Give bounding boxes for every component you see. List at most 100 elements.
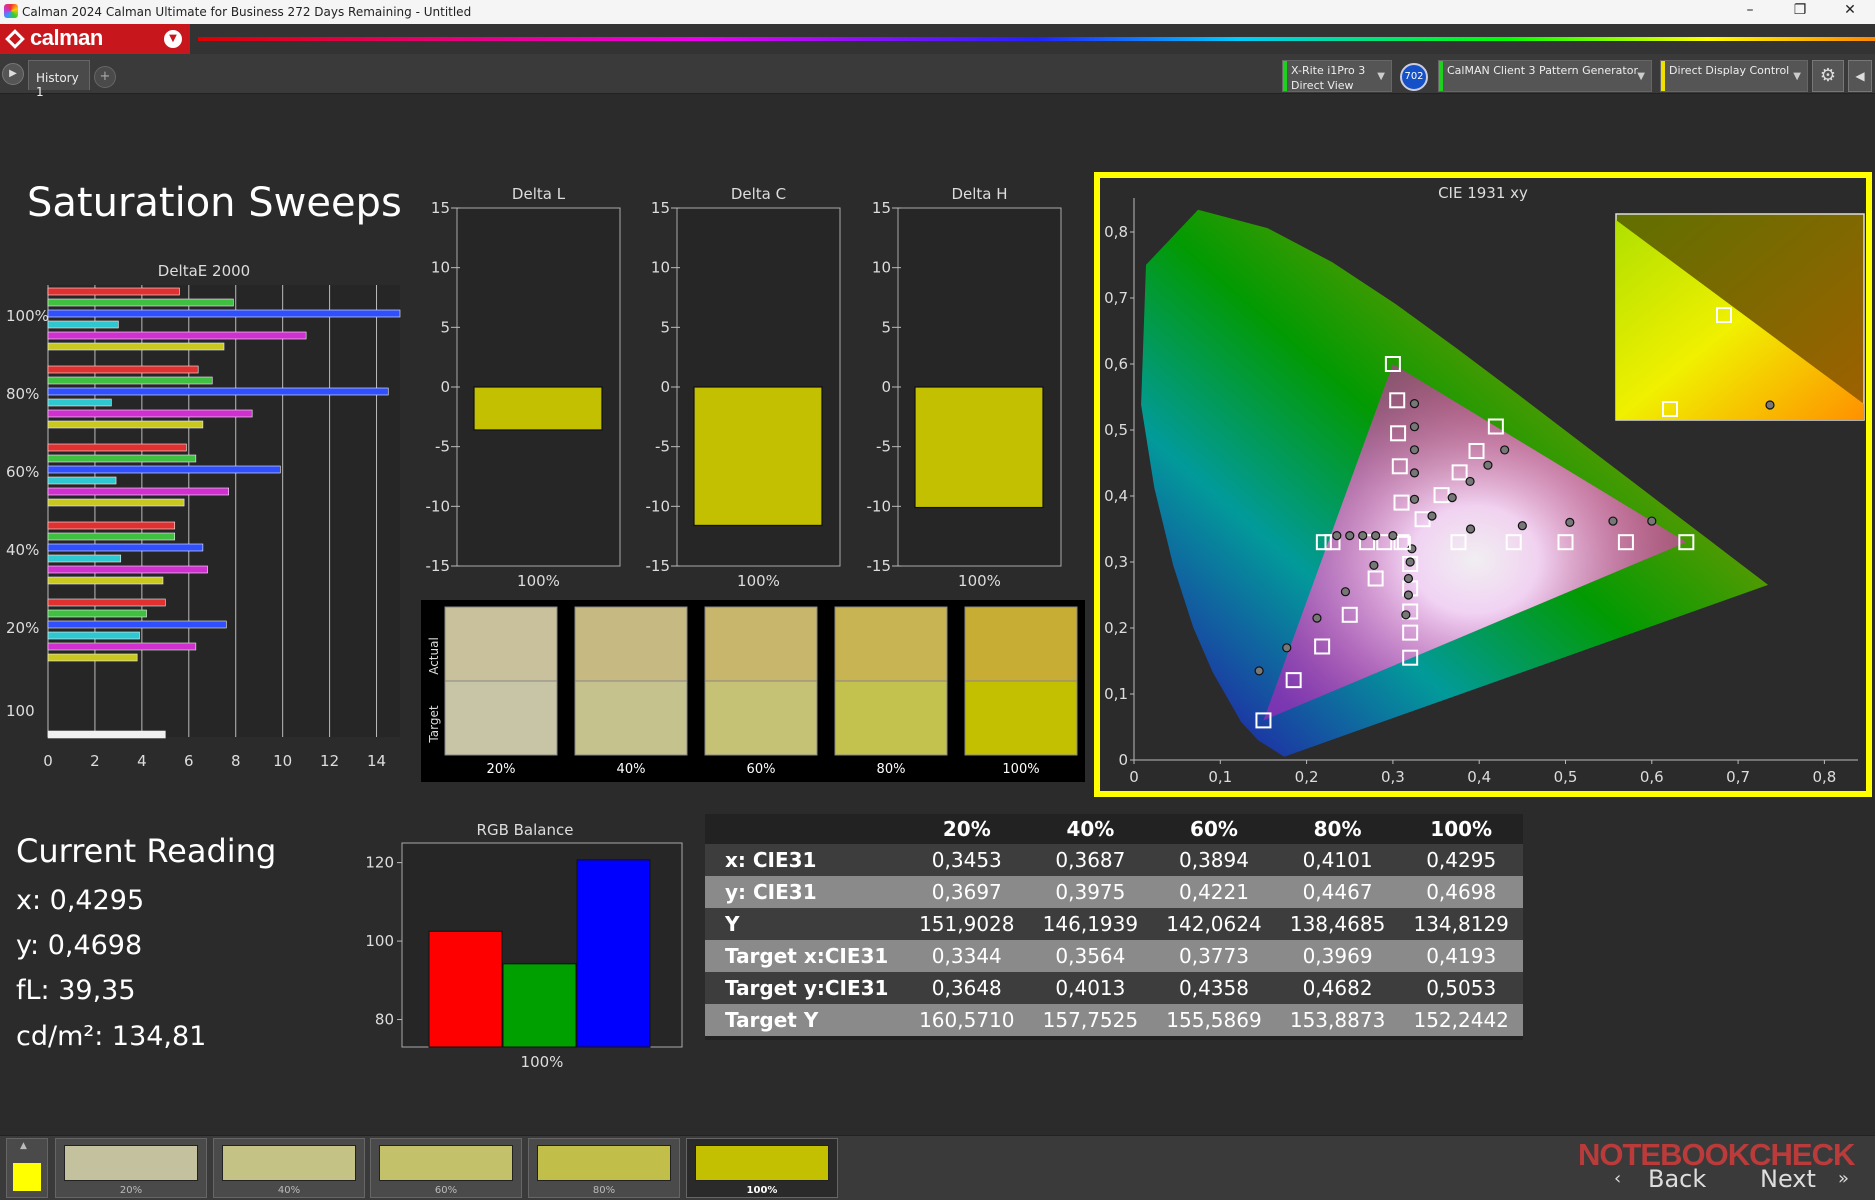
table-cell: 146,1939 xyxy=(1028,908,1153,940)
cie-measured-point xyxy=(1565,517,1575,527)
patch-stack-button[interactable]: ▲ xyxy=(6,1138,48,1198)
deltae-bar xyxy=(47,365,199,374)
deltae-x-tick: 4 xyxy=(137,752,147,770)
add-tab-button[interactable]: + xyxy=(94,66,116,88)
table-cell: 153,8873 xyxy=(1275,1004,1400,1036)
swatch-label: 60% xyxy=(747,762,776,777)
table-cell: 0,3894 xyxy=(1152,844,1276,876)
current-patch-swatch xyxy=(13,1163,41,1191)
cie-y-tick: 0,7 xyxy=(1104,289,1128,307)
deltae-x-tick: 14 xyxy=(367,752,386,770)
table-cell: 0,3648 xyxy=(905,972,1029,1004)
cie-x-tick: 0,1 xyxy=(1208,768,1232,786)
display-control-selector[interactable]: Direct Display Control ▼ xyxy=(1660,60,1808,92)
deltae-bar xyxy=(47,487,229,496)
pattern-generator-selector[interactable]: CalMAN Client 3 Pattern Generator ▼ xyxy=(1438,60,1652,92)
cie-measured-point xyxy=(1483,460,1493,470)
cie-measured-point xyxy=(1345,531,1355,541)
delta-y-tick: 0 xyxy=(440,378,450,396)
current-cdm2: cd/m²: 134,81 xyxy=(16,1021,207,1052)
delta-x-label: 100% xyxy=(958,572,1001,590)
cie-y-tick: 0,8 xyxy=(1104,223,1128,241)
swatch-target xyxy=(574,680,688,756)
table-cell: 142,0624 xyxy=(1152,908,1276,940)
deltae-bar xyxy=(47,454,197,463)
delta-y-tick: 15 xyxy=(431,199,450,217)
cie-measured-point xyxy=(1447,493,1457,503)
minimize-button[interactable]: – xyxy=(1730,2,1770,18)
swatch-target xyxy=(834,680,948,756)
chevron-left-icon[interactable]: ◀ xyxy=(1848,60,1872,92)
deltae-bar xyxy=(47,521,176,530)
cie-y-tick: 0,2 xyxy=(1104,619,1128,637)
maximize-button[interactable]: ❐ xyxy=(1780,2,1820,18)
play-button[interactable]: ▶ xyxy=(2,63,24,85)
deltae-bar xyxy=(47,398,112,407)
generator-name: CalMAN Client 3 Pattern Generator xyxy=(1447,64,1638,77)
cie-x-tick: 0,2 xyxy=(1295,768,1319,786)
swatch-actual xyxy=(574,606,688,682)
table-row-label: Target x:CIE31 xyxy=(705,940,905,972)
patch-button[interactable]: 60% xyxy=(370,1138,522,1198)
deltae-bar xyxy=(47,420,204,429)
swatch-target xyxy=(964,680,1078,756)
rgb-bar xyxy=(502,963,577,1048)
cie-measured-point xyxy=(1312,613,1322,623)
deltae-bar xyxy=(47,298,234,307)
delta-chart-title: Delta C xyxy=(731,185,786,203)
table-cell: 134,8129 xyxy=(1399,908,1523,940)
meter-name: X-Rite i1Pro 3 xyxy=(1291,64,1366,77)
cie-measured-point xyxy=(1401,610,1411,620)
patch-swatch xyxy=(537,1145,671,1181)
table-cell: 160,5710 xyxy=(905,1004,1029,1036)
table-row: x: CIE31 0,3453 0,3687 0,3894 0,4101 0,4295 xyxy=(705,844,1523,876)
rgb-bar xyxy=(576,859,651,1048)
deltae-title: DeltaE 2000 xyxy=(158,262,250,280)
delta-x-label: 100% xyxy=(737,572,780,590)
cie-measured-point xyxy=(1371,531,1381,541)
delta-bar xyxy=(473,386,603,431)
table-cell: 0,4013 xyxy=(1028,972,1153,1004)
cie-chart: CIE 1931 xy 0 0,1 0,2 0,3 0,4 0,5 0,6 0,7 0,8 0 0,… xyxy=(1104,184,1865,786)
close-button[interactable]: ✕ xyxy=(1830,2,1870,18)
delta-y-tick: -15 xyxy=(646,557,671,575)
deltae-bar xyxy=(47,309,401,318)
patch-button[interactable]: 20% xyxy=(55,1138,207,1198)
table-row-label: y: CIE31 xyxy=(705,876,905,908)
meter-selector[interactable]: X-Rite i1Pro 3 Direct View ▼ xyxy=(1282,60,1392,92)
deltae-bar xyxy=(47,498,185,507)
patch-button[interactable]: 40% xyxy=(213,1138,365,1198)
cie-y-tick: 0,1 xyxy=(1104,685,1128,703)
meter-status-bar xyxy=(1283,61,1287,91)
deltae-group-label: 60% xyxy=(6,463,39,481)
cie-title: CIE 1931 xy xyxy=(1438,184,1528,202)
app-icon xyxy=(4,4,18,18)
deltae-bar xyxy=(47,287,180,296)
deltae-bar xyxy=(47,543,204,552)
deltae-bar xyxy=(47,465,281,474)
page-title: Saturation Sweeps xyxy=(27,180,402,226)
readings-table: 20% 40% 60% 80% 100% x: CIE31 0,3453 0,368… xyxy=(705,814,1523,1040)
deltae-bar xyxy=(47,554,122,563)
patch-button[interactable]: 80% xyxy=(528,1138,680,1198)
logo-text: calman xyxy=(30,25,103,50)
cie-measured-point xyxy=(1427,511,1437,521)
table-cell: 0,4221 xyxy=(1152,876,1276,908)
meter-badge[interactable]: 702 xyxy=(1400,63,1428,91)
deltae-group-label: 100 xyxy=(6,702,35,720)
cie-measured-point xyxy=(1388,531,1398,541)
swatch-actual xyxy=(704,606,818,682)
patch-label: 60% xyxy=(434,1185,458,1196)
gear-icon[interactable]: ⚙ xyxy=(1812,60,1844,92)
deltae-bar xyxy=(47,642,197,651)
cie-measured-point xyxy=(1369,560,1379,570)
swatch-label: 100% xyxy=(1002,762,1039,777)
table-cell: 0,3773 xyxy=(1152,940,1276,972)
cie-y-tick: 0,5 xyxy=(1104,421,1128,439)
tab-history-1[interactable]: History 1 xyxy=(28,60,90,99)
swatch-svg: Actual Target 20% 40% 60% 80% 100% xyxy=(427,606,1078,777)
patch-button[interactable]: 100% xyxy=(686,1138,838,1198)
chevron-down-icon: ▼ xyxy=(164,30,182,48)
cie-inset-measured xyxy=(1765,400,1775,410)
calman-logo-menu[interactable]: calman ▼ xyxy=(0,24,190,54)
